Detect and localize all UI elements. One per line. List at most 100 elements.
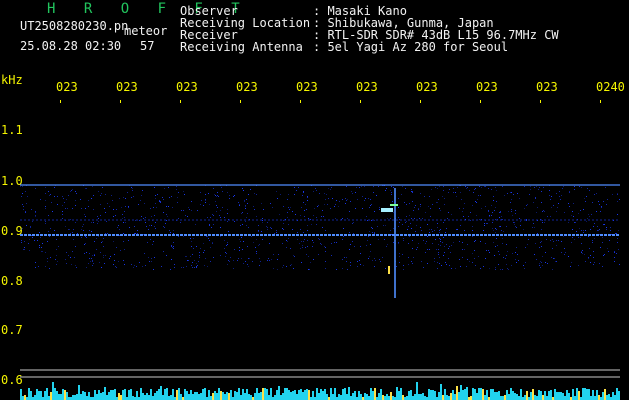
noise-speck	[462, 242, 463, 243]
noise-speck	[590, 229, 591, 230]
spectrum-bars	[20, 382, 620, 400]
noise-speck	[423, 240, 424, 241]
noise-speck	[572, 237, 573, 238]
noise-speck	[449, 246, 450, 247]
noise-speck	[539, 265, 540, 266]
spectrum-bar	[258, 393, 260, 400]
noise-speck	[262, 220, 263, 221]
noise-speck	[588, 214, 589, 215]
spectrum-bar	[618, 391, 620, 400]
noise-speck	[507, 193, 508, 194]
noise-speck	[510, 202, 511, 203]
noise-speck	[204, 265, 205, 266]
noise-speck	[248, 258, 249, 259]
noise-speck	[224, 217, 225, 218]
noise-speck	[94, 241, 95, 242]
noise-speck	[245, 208, 246, 209]
noise-speck	[50, 194, 51, 195]
noise-speck	[205, 258, 206, 259]
noise-speck	[71, 190, 72, 191]
noise-speck	[288, 194, 289, 195]
noise-speck	[181, 210, 182, 211]
noise-speck	[393, 212, 394, 213]
noise-speck	[505, 258, 506, 259]
noise-speck	[260, 261, 261, 262]
noise-speck	[325, 247, 326, 248]
spectrum-bar	[108, 392, 110, 400]
noise-speck	[600, 247, 601, 248]
spectrum-bar	[434, 391, 436, 400]
noise-speck	[334, 242, 335, 243]
spectrum-bar	[382, 395, 384, 400]
noise-speck	[592, 202, 593, 203]
noise-speck	[547, 263, 548, 264]
noise-speck	[252, 261, 253, 262]
noise-speck	[459, 259, 460, 260]
noise-speck	[173, 242, 174, 243]
noise-speck	[21, 229, 22, 230]
noise-speck	[113, 209, 114, 210]
noise-speck	[453, 242, 454, 243]
noise-speck	[69, 229, 70, 230]
noise-speck	[335, 218, 336, 219]
noise-speck	[105, 233, 106, 234]
noise-speck	[227, 242, 228, 243]
noise-speck	[228, 231, 229, 232]
noise-speck	[148, 229, 149, 230]
noise-speck	[151, 261, 152, 262]
noise-speck	[495, 187, 496, 188]
noise-speck	[406, 216, 407, 217]
noise-speck	[604, 254, 605, 255]
noise-speck	[124, 264, 125, 265]
noise-speck	[512, 253, 513, 254]
noise-speck	[534, 227, 535, 228]
noise-speck	[511, 209, 512, 210]
echo-head	[381, 208, 393, 212]
noise-speck	[248, 194, 249, 195]
noise-speck	[143, 234, 144, 235]
noise-speck	[58, 246, 59, 247]
noise-speck	[439, 257, 440, 258]
spectrum-bar	[240, 395, 242, 400]
noise-speck	[506, 255, 507, 256]
noise-speck	[362, 208, 363, 209]
noise-speck	[243, 241, 244, 242]
spectrum-bar	[210, 396, 212, 400]
noise-speck	[148, 257, 149, 258]
noise-speck	[24, 249, 25, 250]
noise-speck	[86, 267, 87, 268]
noise-speck	[507, 268, 508, 269]
noise-speck	[200, 248, 201, 249]
noise-speck	[399, 219, 400, 220]
noise-speck	[92, 260, 93, 261]
noise-speck	[227, 209, 228, 210]
noise-speck	[86, 188, 87, 189]
noise-speck	[393, 242, 394, 243]
noise-speck	[151, 216, 152, 217]
noise-speck	[80, 199, 81, 200]
noise-speck	[612, 194, 613, 195]
noise-speck	[34, 240, 35, 241]
noise-speck	[237, 260, 238, 261]
noise-speck	[45, 187, 46, 188]
noise-speck	[258, 231, 259, 232]
noise-speck	[355, 208, 356, 209]
noise-speck	[325, 261, 326, 262]
spectrum-bar	[402, 395, 404, 400]
noise-speck	[116, 209, 117, 210]
noise-speck	[370, 244, 371, 245]
noise-speck	[414, 207, 415, 208]
noise-speck	[543, 210, 544, 211]
noise-speck	[149, 261, 150, 262]
noise-speck	[75, 191, 76, 192]
noise-speck	[164, 227, 165, 228]
noise-speck	[104, 208, 105, 209]
noise-speck	[393, 187, 394, 188]
noise-speck	[501, 230, 502, 231]
meteor-count: 57	[140, 39, 155, 53]
noise-speck	[191, 246, 192, 247]
noise-speck	[598, 230, 599, 231]
noise-speck	[451, 245, 452, 246]
spectrum-bar	[574, 396, 576, 400]
noise-speck	[500, 226, 501, 227]
